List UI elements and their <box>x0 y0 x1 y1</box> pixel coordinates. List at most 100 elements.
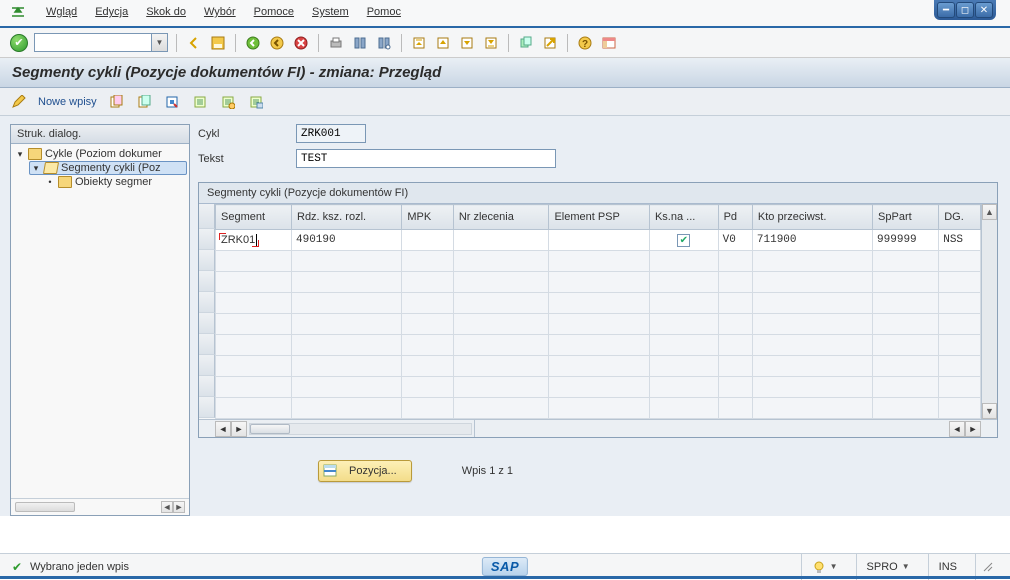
tree-nav-arrows: ◄ ► <box>161 501 185 513</box>
cell-ksna[interactable]: ✔ <box>649 230 718 251</box>
cell-segment[interactable]: ZRK01 <box>216 230 292 251</box>
tree-node-obiekty[interactable]: • Obiekty segmer <box>13 175 187 189</box>
scroll-down-icon[interactable]: ▼ <box>982 403 997 419</box>
tree-content: ▾ Cykle (Poziom dokumer ▾ Segmenty cykli… <box>11 144 189 498</box>
grid-empty-row <box>216 356 981 377</box>
app-menu-icon[interactable] <box>10 5 28 19</box>
cell-mpk[interactable] <box>402 230 453 251</box>
maximize-button[interactable]: ◻ <box>956 2 974 18</box>
copy-icon[interactable] <box>107 93 125 111</box>
grid-title: Segmenty cykli (Pozycje dokumentów FI) <box>199 183 997 204</box>
change-icon[interactable] <box>10 93 28 111</box>
create-shortcut-icon[interactable] <box>541 34 559 52</box>
wpis-text: Wpis 1 z 1 <box>462 465 513 477</box>
nowe-wpisy-link[interactable]: Nowe wpisy <box>38 96 97 108</box>
help-icon[interactable]: ? <box>576 34 594 52</box>
grid-row-headers <box>199 204 215 419</box>
tree-left-icon[interactable]: ◄ <box>161 501 173 513</box>
list1-icon[interactable] <box>191 93 209 111</box>
delimit-icon[interactable] <box>163 93 181 111</box>
grid-hscroll-right[interactable]: ◄ ► <box>475 419 981 437</box>
find-next-icon[interactable] <box>375 34 393 52</box>
menu-pomoce[interactable]: Pomoce <box>254 6 294 18</box>
cell-pd[interactable]: V0 <box>718 230 752 251</box>
find-icon[interactable] <box>351 34 369 52</box>
list2-icon[interactable] <box>219 93 237 111</box>
scroll-up-icon[interactable]: ▲ <box>982 204 997 220</box>
enter-icon[interactable]: ✔ <box>10 34 28 52</box>
col-segment[interactable]: Segment <box>216 205 292 230</box>
copy2-icon[interactable] <box>135 93 153 111</box>
tree-right-icon[interactable]: ► <box>173 501 185 513</box>
close-button[interactable]: ✕ <box>975 2 993 18</box>
collapse-icon[interactable]: ▾ <box>15 149 25 160</box>
nav-back-icon[interactable] <box>244 34 262 52</box>
menu-system[interactable]: System <box>312 6 349 18</box>
grid-empty-row <box>216 293 981 314</box>
col-element-psp[interactable]: Element PSP <box>549 205 650 230</box>
save-icon[interactable] <box>209 34 227 52</box>
cell-element-psp[interactable] <box>549 230 650 251</box>
screen-title: Segmenty cykli (Pozycje dokumentów FI) -… <box>12 64 998 81</box>
tree-node-segmenty[interactable]: ▾ Segmenty cykli (Poz <box>29 161 187 175</box>
nav-cancel-icon[interactable] <box>292 34 310 52</box>
menu-edycja[interactable]: Edycja <box>95 6 128 18</box>
col-rdz[interactable]: Rdz. ksz. rozl. <box>292 205 402 230</box>
separator <box>401 34 402 52</box>
list3-icon[interactable] <box>247 93 265 111</box>
tree-node-label: Segmenty cykli (Poz <box>61 162 161 174</box>
menu-pomoc[interactable]: Pomoc <box>367 6 401 18</box>
menu-wybor[interactable]: Wybór <box>204 6 236 18</box>
cell-dg[interactable]: NSS <box>939 230 981 251</box>
grid-vscroll[interactable]: ▲ ▼ <box>981 204 997 419</box>
col-kto[interactable]: Kto przeciwst. <box>752 205 872 230</box>
first-page-icon[interactable] <box>410 34 428 52</box>
cell-sppart[interactable]: 999999 <box>873 230 939 251</box>
print-icon[interactable] <box>327 34 345 52</box>
command-dropdown-icon[interactable]: ▼ <box>152 33 168 52</box>
command-field[interactable]: ▼ <box>34 33 168 52</box>
col-ksna[interactable]: Ks.na ... <box>649 205 718 230</box>
scroll-left-icon[interactable]: ◄ <box>949 421 965 437</box>
separator <box>508 34 509 52</box>
grid-data-row[interactable]: ZRK01 490190 ✔ V0 711900 999999 NSS <box>216 230 981 251</box>
main-toolbar: ✔ ▼ ? <box>0 28 1010 58</box>
col-pd[interactable]: Pd <box>718 205 752 230</box>
tree-hscroll[interactable] <box>15 502 75 512</box>
menu-wglad[interactable]: Wgląd <box>46 6 77 18</box>
checkbox-icon[interactable]: ✔ <box>677 234 690 247</box>
menu-skok-do[interactable]: Skok do <box>146 6 186 18</box>
cell-rdz[interactable]: 490190 <box>292 230 402 251</box>
minimize-button[interactable]: ━ <box>937 2 955 18</box>
scroll-right-icon[interactable]: ► <box>965 421 981 437</box>
tekst-label: Tekst <box>198 153 288 165</box>
row-selector[interactable] <box>199 229 215 250</box>
tekst-field[interactable] <box>296 149 556 168</box>
collapse-icon[interactable]: ▾ <box>31 163 41 174</box>
cykl-label: Cykl <box>198 128 288 140</box>
grid-empty-row <box>216 272 981 293</box>
col-nrzlecenia[interactable]: Nr zlecenia <box>453 205 549 230</box>
scroll-right-icon[interactable]: ► <box>231 421 247 437</box>
nav-exit-icon[interactable] <box>268 34 286 52</box>
pozycja-label: Pozycja... <box>349 465 397 477</box>
menu-bar: Wgląd Edycja Skok do Wybór Pomoce System… <box>0 0 1010 28</box>
col-dg[interactable]: DG. <box>939 205 981 230</box>
layout-icon[interactable] <box>600 34 618 52</box>
col-sppart[interactable]: SpPart <box>873 205 939 230</box>
command-input[interactable] <box>34 33 152 52</box>
col-mpk[interactable]: MPK <box>402 205 453 230</box>
back-icon[interactable] <box>185 34 203 52</box>
pozycja-button[interactable]: Pozycja... <box>318 460 412 482</box>
prev-page-icon[interactable] <box>434 34 452 52</box>
last-page-icon[interactable] <box>482 34 500 52</box>
cell-nrzlecenia[interactable] <box>453 230 549 251</box>
grid-empty-row <box>216 314 981 335</box>
cell-kto[interactable]: 711900 <box>752 230 872 251</box>
grid-hscroll-left[interactable]: ◄ ► <box>215 419 475 437</box>
new-session-icon[interactable] <box>517 34 535 52</box>
next-page-icon[interactable] <box>458 34 476 52</box>
scroll-left-icon[interactable]: ◄ <box>215 421 231 437</box>
cykl-field[interactable] <box>296 124 366 143</box>
tree-node-cykle[interactable]: ▾ Cykle (Poziom dokumer <box>13 147 187 161</box>
